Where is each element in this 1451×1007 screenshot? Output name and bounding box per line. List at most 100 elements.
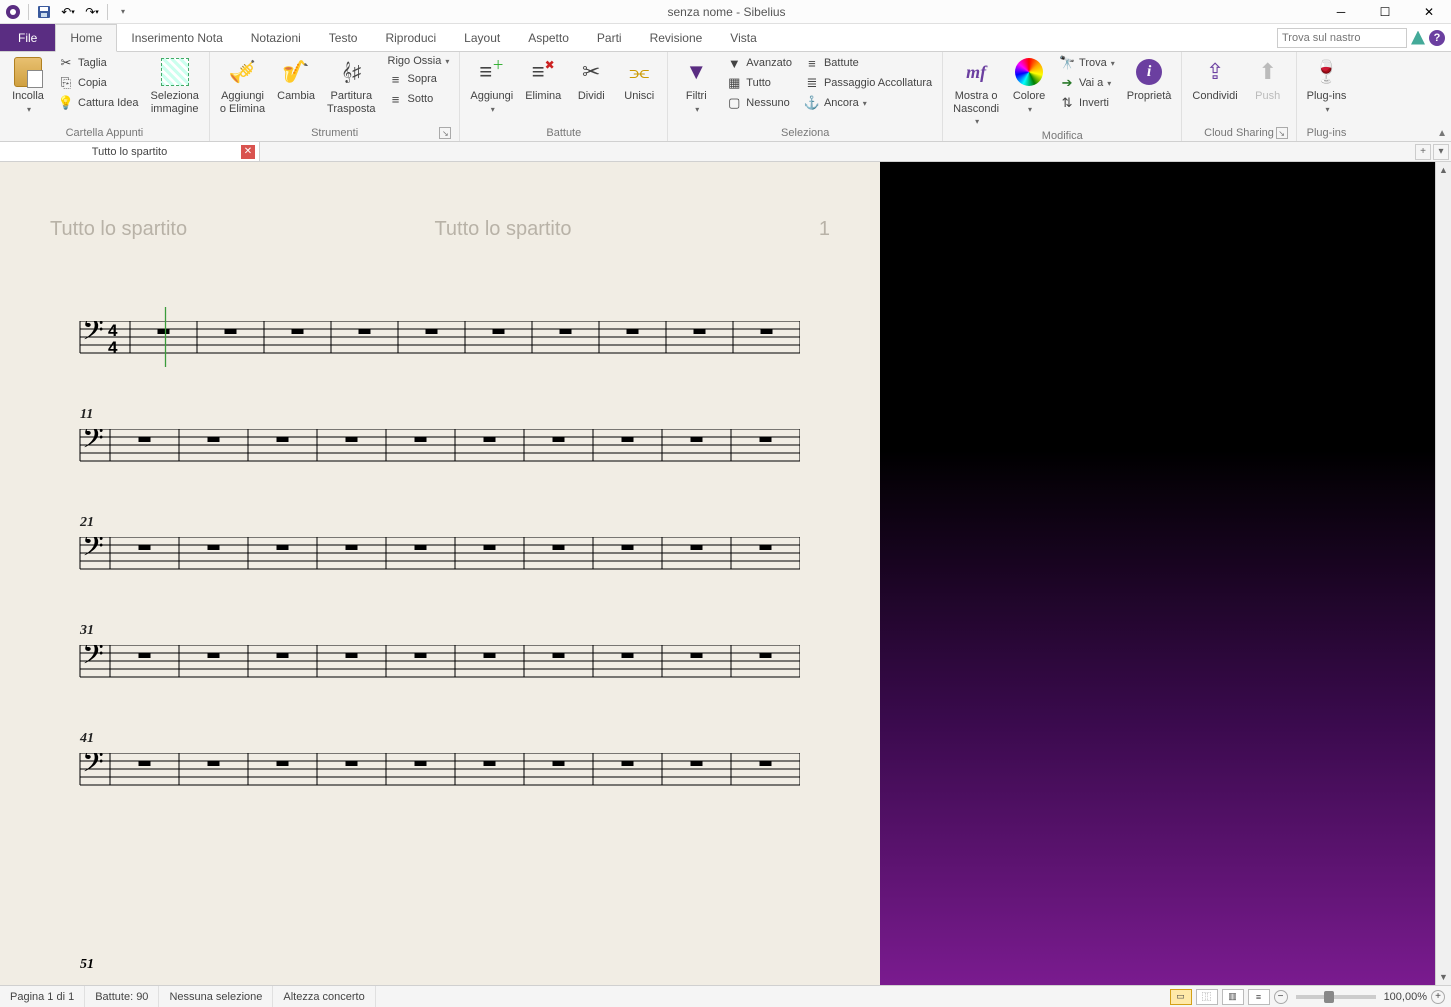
view-mode-pages-button[interactable]: ▥ xyxy=(1222,989,1244,1005)
view-mode-spread-button[interactable]: ⿲ xyxy=(1196,989,1218,1005)
ribbon-search-input[interactable] xyxy=(1277,28,1407,48)
tab-parti[interactable]: Parti xyxy=(583,24,636,51)
maximize-button[interactable]: ☐ xyxy=(1363,0,1407,24)
svg-text:𝄢: 𝄢 xyxy=(82,753,104,785)
group-label-instruments: Strumenti↘ xyxy=(216,125,453,141)
doc-tab-menu-button[interactable]: ▾ xyxy=(1433,144,1449,160)
add-doc-tab-button[interactable]: + xyxy=(1415,144,1431,160)
capture-idea-button[interactable]: 💡Cattura Idea xyxy=(54,94,143,112)
app-icon[interactable] xyxy=(2,2,24,22)
status-bar: Pagina 1 di 1 Battute: 90 Nessuna selezi… xyxy=(0,985,1451,1007)
bar-number: 11 xyxy=(80,407,93,423)
hide-show-button[interactable]: mfMostra o Nascondi xyxy=(949,54,1003,128)
zoom-slider[interactable] xyxy=(1296,995,1376,999)
status-pitch[interactable]: Altezza concerto xyxy=(273,986,375,1007)
scroll-down-button[interactable]: ▼ xyxy=(1436,969,1451,985)
system-passage-button[interactable]: ≣Passaggio Accollatura xyxy=(800,74,936,92)
tab-notazioni[interactable]: Notazioni xyxy=(237,24,315,51)
close-doc-tab-button[interactable]: ✕ xyxy=(241,145,255,159)
select-graphic-icon xyxy=(161,58,189,86)
copy-button[interactable]: ⎘Copia xyxy=(54,74,143,92)
trumpet-icon: 🎺 xyxy=(227,56,259,88)
staff-system[interactable]: 41𝄢 xyxy=(50,753,830,789)
vertical-scrollbar[interactable]: ▲ ▼ xyxy=(1435,162,1451,985)
paste-button[interactable]: Incolla xyxy=(6,54,50,116)
color-button[interactable]: Colore xyxy=(1007,54,1051,116)
transposing-icon: 𝄞♯ xyxy=(335,56,367,88)
document-tab[interactable]: Tutto lo spartito ✕ xyxy=(0,142,260,161)
ossia-staff-button[interactable]: Rigo Ossia xyxy=(384,54,454,68)
zoom-in-button[interactable]: + xyxy=(1431,990,1445,1004)
paste-icon xyxy=(14,57,42,87)
tab-inserimento-nota[interactable]: Inserimento Nota xyxy=(117,24,236,51)
tab-layout[interactable]: Layout xyxy=(450,24,514,51)
flip-button[interactable]: ⇅Inverti xyxy=(1055,94,1119,112)
scroll-up-button[interactable]: ▲ xyxy=(1436,162,1451,178)
push-button[interactable]: ⬆Push xyxy=(1246,54,1290,105)
delete-bar-icon: ≡✖ xyxy=(527,56,559,88)
advanced-filter-button[interactable]: ▼Avanzato xyxy=(722,54,796,72)
filter-small-icon: ▼ xyxy=(726,55,742,71)
add-remove-instruments-button[interactable]: 🎺 Aggiungi o Elimina xyxy=(216,54,269,117)
filters-button[interactable]: ▼Filtri xyxy=(674,54,718,116)
transposing-score-button[interactable]: 𝄞♯ Partitura Trasposta xyxy=(323,54,380,117)
find-button[interactable]: 🔭Trova xyxy=(1055,54,1119,72)
copy-icon: ⎘ xyxy=(58,75,74,91)
svg-text:𝄢: 𝄢 xyxy=(82,645,104,677)
view-mode-panorama-button[interactable]: ≡ xyxy=(1248,989,1270,1005)
tab-revisione[interactable]: Revisione xyxy=(636,24,717,51)
ribbon-help-chevron-icon[interactable] xyxy=(1411,31,1425,45)
view-mode-single-button[interactable]: ▭ xyxy=(1170,989,1192,1005)
score-view[interactable]: Tutto lo spartito Tutto lo spartito 1 𝄢4… xyxy=(0,162,880,985)
ribbon-collapse-button[interactable]: ▲ xyxy=(1437,128,1447,139)
tab-vista[interactable]: Vista xyxy=(716,24,770,51)
tab-testo[interactable]: Testo xyxy=(315,24,372,51)
redo-button[interactable]: ↷▾ xyxy=(81,2,103,22)
staff-above-button[interactable]: ≡Sopra xyxy=(384,70,454,88)
select-bars-button[interactable]: ≡Battute xyxy=(800,54,936,72)
document-tab-label: Tutto lo spartito xyxy=(92,146,167,158)
running-head-center: Tutto lo spartito xyxy=(434,218,571,241)
delete-bar-button[interactable]: ≡✖Elimina xyxy=(521,54,565,105)
split-icon: ✂ xyxy=(575,56,607,88)
staff-system[interactable]: 31𝄢 xyxy=(50,645,830,681)
undo-button[interactable]: ↶▾ xyxy=(57,2,79,22)
tab-aspetto[interactable]: Aspetto xyxy=(514,24,583,51)
help-button[interactable]: ? xyxy=(1429,30,1445,46)
group-label-selection: Seleziona xyxy=(674,125,936,141)
cloud-launcher[interactable]: ↘ xyxy=(1276,127,1288,139)
staff-system[interactable]: 21𝄢 xyxy=(50,537,830,573)
select-none-button[interactable]: ▢Nessuno xyxy=(722,94,796,112)
share-button[interactable]: ⇪Condividi xyxy=(1188,54,1241,105)
qat-customize[interactable]: ▾ xyxy=(112,2,134,22)
join-bar-button[interactable]: ⫘Unisci xyxy=(617,54,661,105)
tab-home[interactable]: Home xyxy=(55,24,117,52)
instruments-launcher[interactable]: ↘ xyxy=(439,127,451,139)
filter-icon: ▼ xyxy=(680,56,712,88)
save-button[interactable] xyxy=(33,2,55,22)
goto-button[interactable]: ➔Vai a xyxy=(1055,74,1119,92)
close-button[interactable]: ✕ xyxy=(1407,0,1451,24)
change-instrument-button[interactable]: 🎷 Cambia xyxy=(273,54,319,105)
tab-file[interactable]: File xyxy=(0,24,55,51)
select-all-button[interactable]: ▦Tutto xyxy=(722,74,796,92)
properties-button[interactable]: iProprietà xyxy=(1123,54,1176,105)
status-page[interactable]: Pagina 1 di 1 xyxy=(0,986,85,1007)
group-plugins: 🍷Plug-ins Plug-ins xyxy=(1297,52,1357,141)
status-bars[interactable]: Battute: 90 xyxy=(85,986,159,1007)
cut-button[interactable]: ✂Taglia xyxy=(54,54,143,72)
side-panel: ▲ ▼ xyxy=(880,162,1451,985)
staff-system[interactable]: 11𝄢 xyxy=(50,429,830,465)
plugins-button[interactable]: 🍷Plug-ins xyxy=(1303,54,1351,116)
staff-system[interactable]: 𝄢44 xyxy=(50,321,830,357)
split-bar-button[interactable]: ✂Dividi xyxy=(569,54,613,105)
document-tab-strip: Tutto lo spartito ✕ + ▾ xyxy=(0,142,1451,162)
minimize-button[interactable]: ─ xyxy=(1319,0,1363,24)
select-more-button[interactable]: ⚓Ancora xyxy=(800,94,936,112)
select-graphic-button[interactable]: Seleziona immagine xyxy=(147,54,203,117)
tab-riproduci[interactable]: Riproduci xyxy=(371,24,450,51)
staff-below-button[interactable]: ≡Sotto xyxy=(384,90,454,108)
add-bar-button[interactable]: ≡＋Aggiungi xyxy=(466,54,517,116)
zoom-out-button[interactable]: − xyxy=(1274,990,1288,1004)
group-clipboard: Incolla ✂Taglia ⎘Copia 💡Cattura Idea Sel… xyxy=(0,52,210,141)
